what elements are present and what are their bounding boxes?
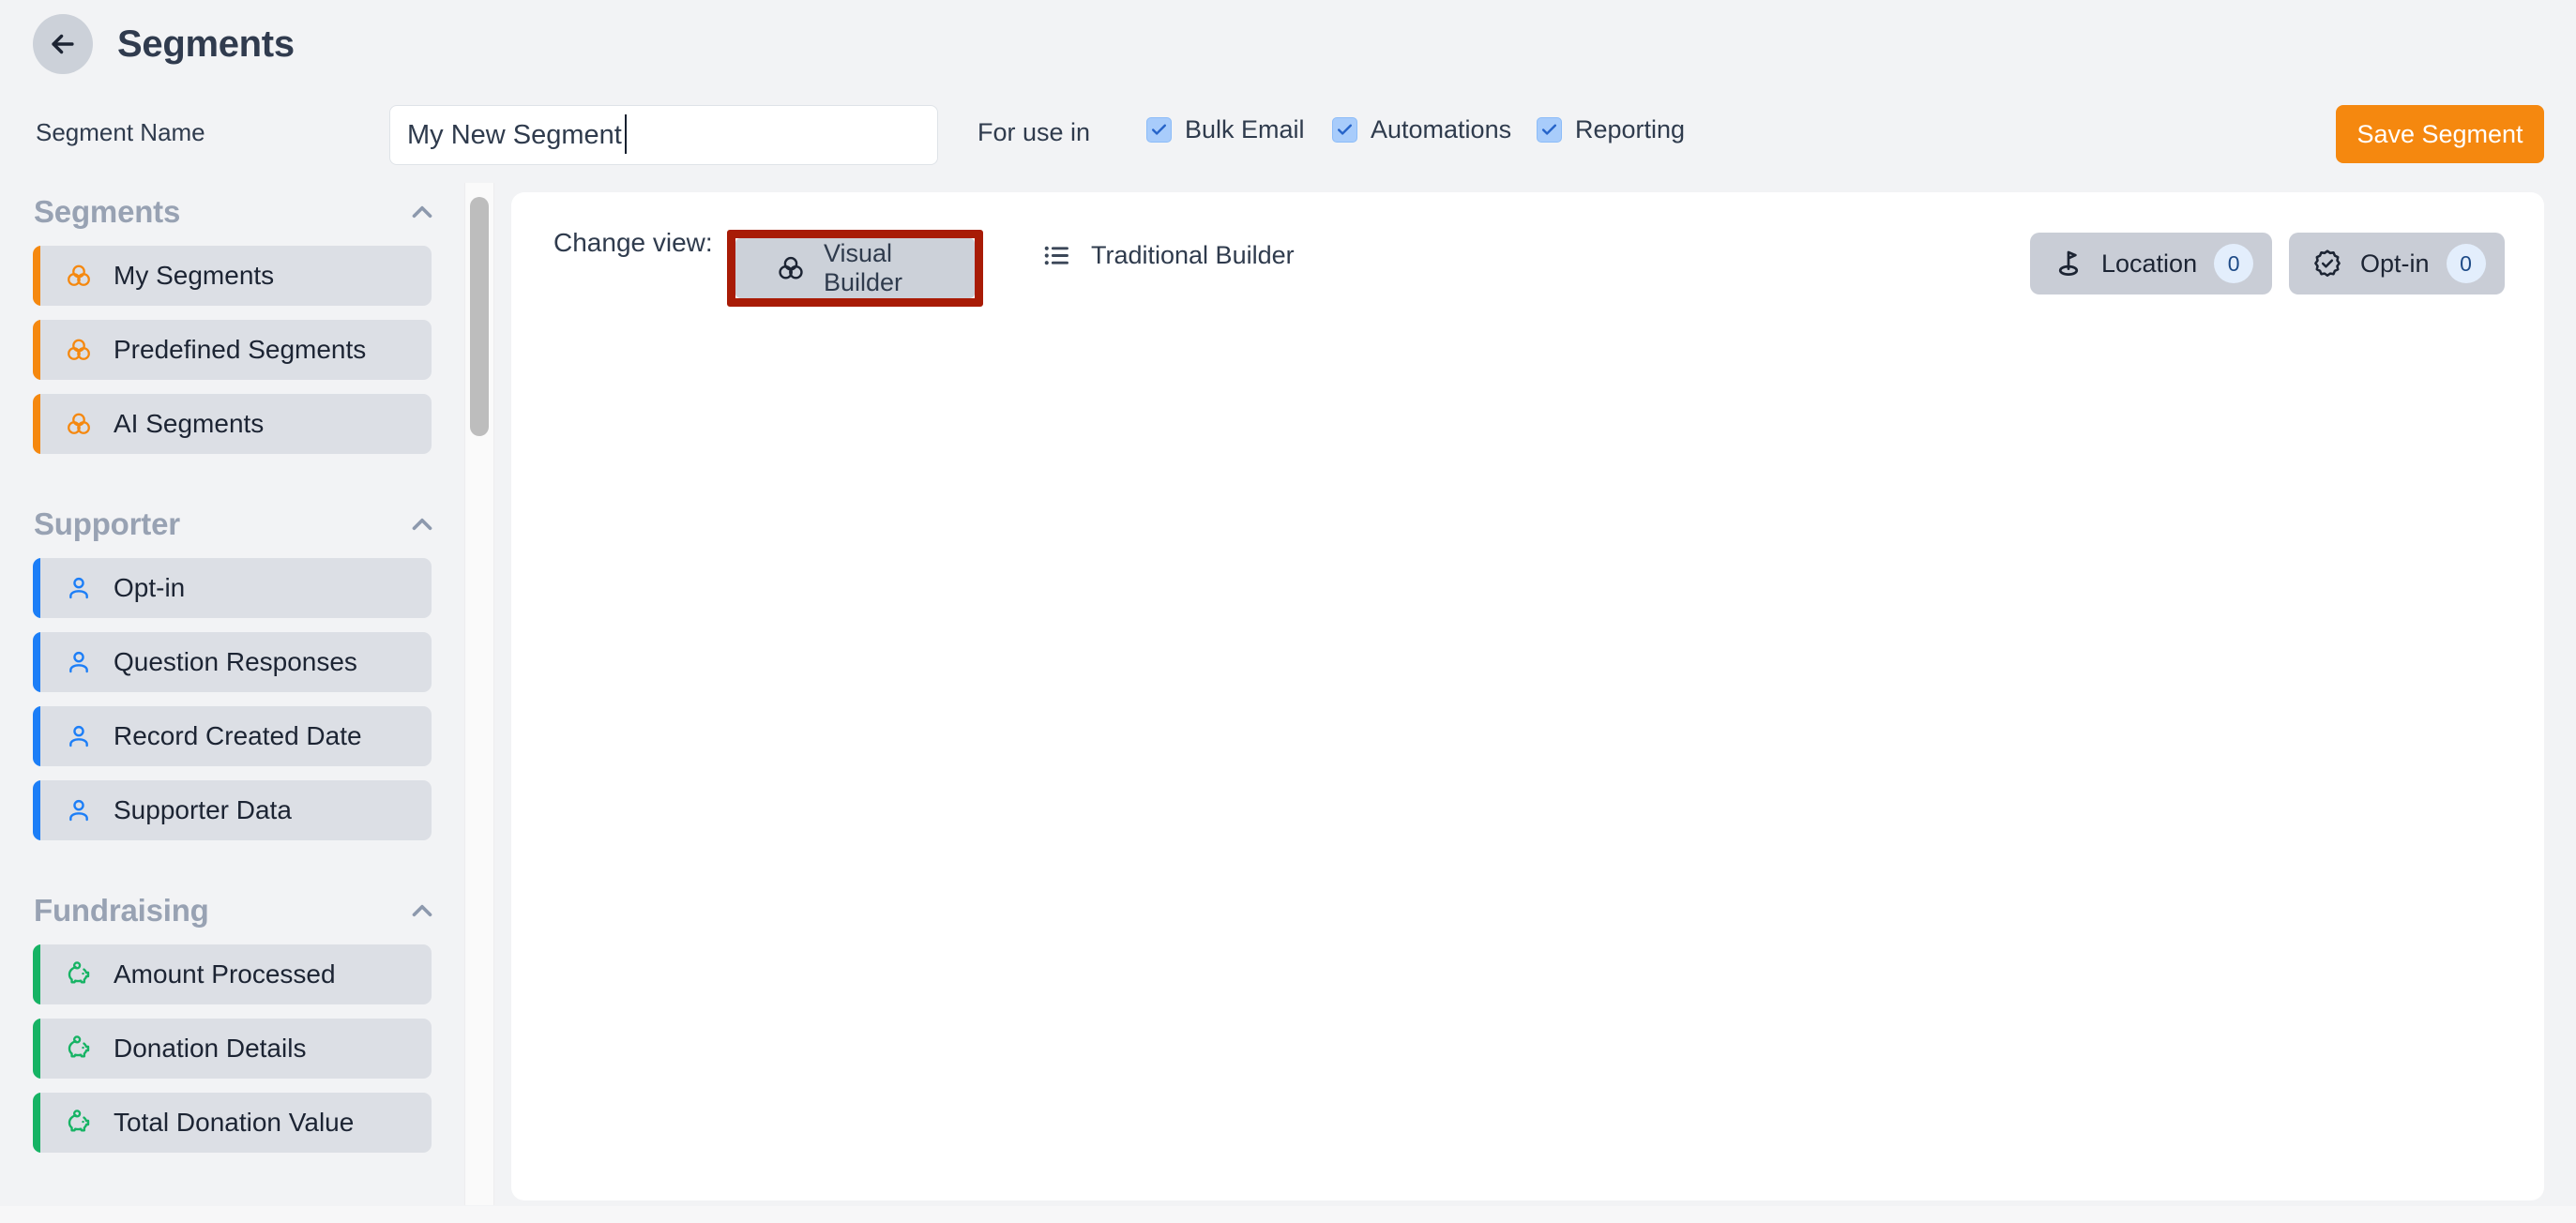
sidebar-item-record-created-date[interactable]: Record Created Date [33,706,432,766]
text-cursor [625,114,627,154]
chevron-up-icon[interactable] [406,196,438,228]
visual-builder-label: Visual Builder [824,239,975,297]
visual-builder-button[interactable]: Visual Builder [735,238,975,298]
sidebar-item-label: My Segments [114,261,274,291]
page-title: Segments [117,17,295,71]
person-icon [63,646,95,678]
traditional-builder-button[interactable]: Traditional Builder [1023,240,1295,271]
accent-bar [33,632,40,692]
checkbox-reporting[interactable]: Reporting [1537,115,1685,144]
sidebar-section-header-fundraising[interactable]: Fundraising [0,877,464,944]
sidebar-item-opt-in[interactable]: Opt-in [33,558,432,618]
venn-circles-icon [63,408,95,440]
sidebar-section-title-fundraising: Fundraising [34,893,209,929]
checkbox-automations-box[interactable] [1332,117,1357,143]
sidebar[interactable]: Segments My Segments Predefined Segments… [0,178,464,1205]
for-use-in-label: For use in [977,118,1090,147]
sidebar-item-label: Total Donation Value [114,1108,354,1138]
sidebar-item-my-segments[interactable]: My Segments [33,246,432,306]
top-header-bar: Segments [0,0,2576,94]
sidebar-item-label: Opt-in [114,573,185,603]
piggy-bank-icon [63,1033,95,1064]
sidebar-scrollbar-thumb[interactable] [470,197,489,436]
accent-bar [33,944,40,1004]
builder-panel [511,192,2544,1200]
checkbox-bulk-email[interactable]: Bulk Email [1146,115,1305,144]
accent-bar [33,558,40,618]
accent-bar [33,394,40,454]
filter-chip-location-count: 0 [2214,244,2253,283]
sidebar-section-title-segments: Segments [34,194,180,230]
venn-circles-icon [63,260,95,292]
bottom-strip [0,1206,2576,1223]
save-segment-button[interactable]: Save Segment [2336,105,2544,163]
accent-bar [33,1093,40,1153]
sidebar-item-donation-details[interactable]: Donation Details [33,1019,432,1079]
sidebar-item-label: AI Segments [114,409,264,439]
change-view-row: Change view: [553,228,713,258]
segment-name-input[interactable] [389,105,938,165]
sidebar-item-supporter-data[interactable]: Supporter Data [33,780,432,840]
sidebar-item-amount-processed[interactable]: Amount Processed [33,944,432,1004]
bulleted-list-icon [1041,240,1072,271]
section-spacer [0,468,464,491]
piggy-bank-icon [63,1107,95,1139]
sidebar-section-header-segments[interactable]: Segments [0,178,464,246]
sidebar-item-label: Supporter Data [114,795,292,825]
checkbox-bulk-email-label: Bulk Email [1185,115,1305,144]
sidebar-item-label: Amount Processed [114,959,336,989]
sidebar-item-label: Predefined Segments [114,335,366,365]
verified-badge-icon [2311,248,2343,279]
checkbox-reporting-box[interactable] [1537,117,1562,143]
piggy-bank-icon [63,959,95,990]
sidebar-section-header-supporter[interactable]: Supporter [0,491,464,558]
sidebar-item-label: Question Responses [114,647,357,677]
sidebar-item-predefined-segments[interactable]: Predefined Segments [33,320,432,380]
checkbox-reporting-label: Reporting [1575,115,1685,144]
sidebar-item-total-donation-value[interactable]: Total Donation Value [33,1093,432,1153]
segment-name-label: Segment Name [36,118,205,147]
person-icon [63,720,95,752]
sidebar-item-question-responses[interactable]: Question Responses [33,632,432,692]
accent-bar [33,780,40,840]
filter-chip-opt-in-label: Opt-in [2360,249,2430,279]
accent-bar [33,246,40,306]
location-flag-icon [2053,248,2084,279]
section-spacer [0,854,464,877]
accent-bar [33,1019,40,1079]
venn-circles-icon [63,334,95,366]
back-button[interactable] [33,14,93,74]
accent-bar [33,320,40,380]
arrow-left-icon [47,28,79,60]
filter-chip-opt-in-count: 0 [2447,244,2486,283]
change-view-label: Change view: [553,228,713,258]
chevron-up-icon[interactable] [406,508,438,540]
sidebar-item-ai-segments[interactable]: AI Segments [33,394,432,454]
filter-chip-location-label: Location [2101,249,2197,279]
chevron-up-icon[interactable] [406,895,438,927]
checkbox-automations-label: Automations [1371,115,1511,144]
venn-circles-icon [752,252,807,284]
sidebar-item-label: Donation Details [114,1034,306,1064]
filter-chip-opt-in[interactable]: Opt-in 0 [2289,233,2505,294]
segment-name-bar: Segment Name For use in Bulk Email Autom… [0,94,2576,176]
person-icon [63,794,95,826]
person-icon [63,572,95,604]
checkbox-bulk-email-box[interactable] [1146,117,1172,143]
filter-chip-location[interactable]: Location 0 [2030,233,2272,294]
checkbox-automations[interactable]: Automations [1332,115,1511,144]
sidebar-item-label: Record Created Date [114,721,362,751]
accent-bar [33,706,40,766]
sidebar-section-title-supporter: Supporter [34,506,180,542]
traditional-builder-label: Traditional Builder [1091,241,1295,270]
